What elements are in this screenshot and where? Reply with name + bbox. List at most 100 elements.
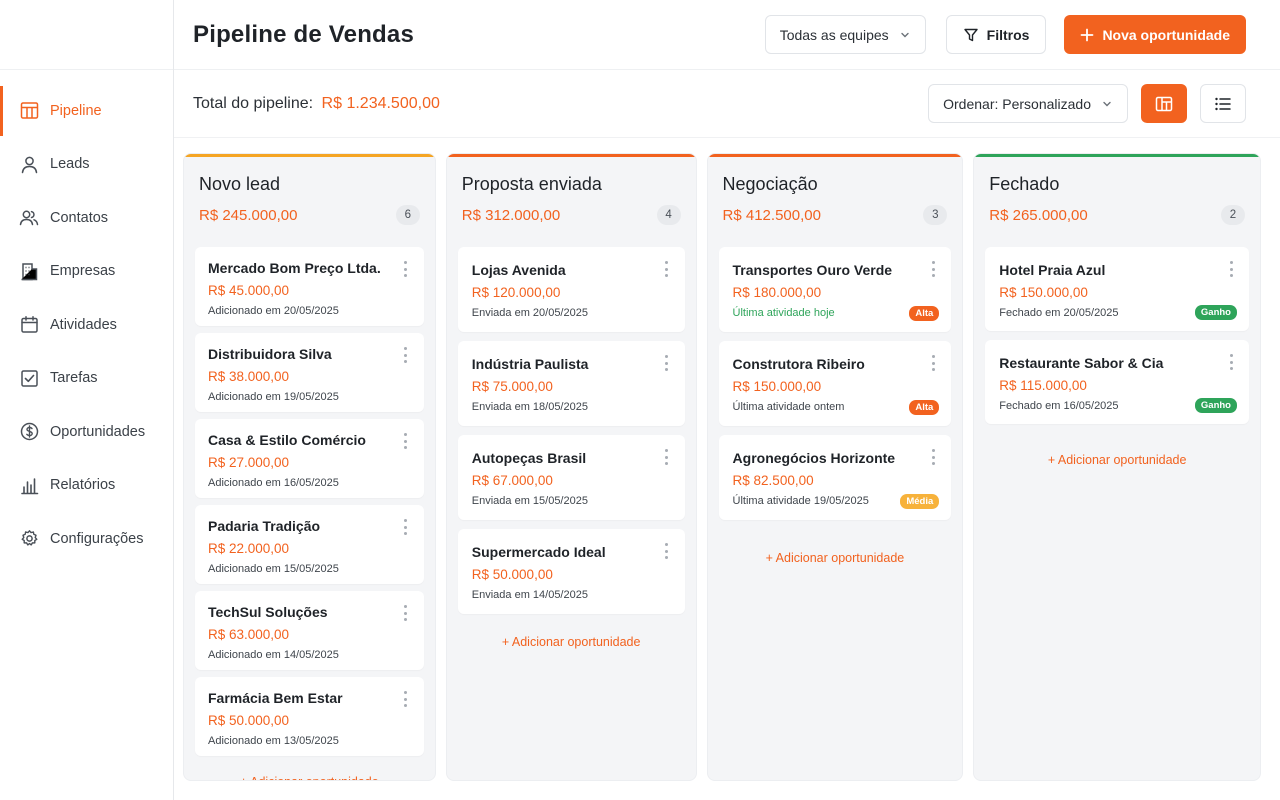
deal-name: Distribuidora Silva [208, 346, 332, 362]
more-vertical-icon[interactable] [401, 261, 411, 277]
deal-badge: Ganho [1194, 305, 1237, 320]
column-header: Novo lead R$ 245.000,00 6 [184, 154, 435, 225]
team-select[interactable]: Todas as equipes [764, 15, 926, 54]
more-vertical-icon[interactable] [1226, 261, 1236, 277]
sidebar-item-empresas[interactable]: Empresas [0, 245, 173, 299]
deal-name: Autopeças Brasil [471, 450, 587, 466]
card-list: Hotel Praia Azul R$ 150.000,00 Fechado em … [974, 247, 1260, 424]
sidebar-brand-area [0, 0, 173, 70]
deal-card[interactable]: Distribuidora Silva R$ 38.000,00 Adicionad… [195, 333, 424, 412]
more-vertical-icon[interactable] [401, 519, 411, 535]
chevron-down-icon [899, 29, 911, 41]
deal-name: Construtora Ribeiro [732, 356, 865, 372]
new-opportunity-button[interactable]: Nova oportunidade [1064, 15, 1246, 54]
deal-card[interactable]: TechSul Soluções R$ 63.000,00 Adicionado e… [195, 591, 424, 670]
plus-icon [1080, 28, 1094, 42]
pipeline-column: Negociação R$ 412.500,00 3 Transportes Ouro… [706, 153, 964, 781]
deal-status-text: Enviada em 18/05/2025 [471, 401, 588, 413]
more-vertical-icon[interactable] [662, 355, 672, 371]
add-opportunity-link[interactable]: + Adicionar oportunidade [184, 763, 435, 780]
deal-status-text: Enviada em 20/05/2025 [471, 307, 588, 319]
column-title: Novo lead [199, 174, 281, 194]
more-vertical-icon[interactable] [928, 355, 938, 371]
deal-card[interactable]: Construtora Ribeiro R$ 150.000,00 Última a… [718, 341, 952, 426]
sidebar-item-label: Configurações [50, 530, 144, 547]
column-title: Proposta enviada [461, 174, 602, 194]
column-title: Fechado [989, 174, 1060, 194]
deal-card[interactable]: Restaurante Sabor & Cia R$ 115.000,00 Fech… [985, 340, 1249, 424]
list-view-button[interactable] [1200, 84, 1246, 123]
column-amount: R$ 412.500,00 [722, 206, 821, 224]
more-vertical-icon[interactable] [662, 449, 672, 465]
new-opportunity-label: Nova oportunidade [1102, 26, 1230, 43]
sidebar-item-label: Leads [50, 156, 90, 173]
sidebar-item-pipeline[interactable]: Pipeline [0, 84, 173, 138]
deal-status-text: Adicionado em 15/05/2025 [208, 563, 339, 575]
more-vertical-icon[interactable] [401, 433, 411, 449]
gear-icon [19, 529, 39, 549]
deal-card[interactable]: Hotel Praia Azul R$ 150.000,00 Fechado em … [985, 247, 1249, 331]
column-header: Fechado R$ 265.000,00 2 [974, 154, 1260, 225]
deal-card[interactable]: Padaria Tradição R$ 22.000,00 Adicionado e… [195, 505, 424, 584]
sidebar-item-contatos[interactable]: Contatos [0, 191, 173, 245]
deal-name: TechSul Soluções [208, 604, 328, 620]
sidebar-item-configuracoes[interactable]: Configurações [0, 512, 173, 566]
deal-badge: Média [900, 494, 940, 509]
deal-name: Transportes Ouro Verde [732, 262, 893, 278]
filters-label: Filtros [986, 26, 1030, 43]
pipeline-total: Total do pipeline: R$ 1.234.500,00 [193, 95, 440, 113]
deal-value: R$ 27.000,00 [208, 455, 290, 470]
sidebar-item-relatorios[interactable]: Relatórios [0, 459, 173, 513]
deal-card[interactable]: Indústria Paulista R$ 75.000,00 Enviada em… [457, 341, 685, 426]
sidebar-item-atividades[interactable]: Atividades [0, 298, 173, 352]
deal-badge: Alta [909, 400, 940, 415]
deal-card[interactable]: Supermercado Ideal R$ 50.000,00 Enviada em… [457, 529, 685, 614]
sidebar-item-leads[interactable]: Leads [0, 138, 173, 192]
deal-value: R$ 82.500,00 [732, 473, 814, 488]
sidebar-item-oportunidades[interactable]: Oportunidades [0, 405, 173, 459]
add-opportunity-link[interactable]: + Adicionar oportunidade [708, 529, 963, 565]
add-opportunity-link[interactable]: + Adicionar oportunidade [974, 433, 1260, 467]
deal-card[interactable]: Mercado Bom Preço Ltda. R$ 45.000,00 Adici… [195, 247, 424, 326]
more-vertical-icon[interactable] [401, 691, 411, 707]
column-header: Proposta enviada R$ 312.000,00 4 [447, 154, 696, 225]
deal-status-text: Última atividade ontem [732, 401, 845, 413]
more-vertical-icon[interactable] [928, 449, 938, 465]
deal-value: R$ 22.000,00 [208, 541, 290, 556]
sidebar-item-tarefas[interactable]: Tarefas [0, 352, 173, 406]
kanban-view-button[interactable] [1141, 84, 1187, 123]
deal-name: Casa & Estilo Comércio [208, 432, 366, 448]
sidebar-nav: Pipeline Leads Contatos Empresas Atividades T… [0, 70, 173, 566]
deal-card[interactable]: Farmácia Bem Estar R$ 50.000,00 Adicionado… [195, 677, 424, 756]
more-vertical-icon[interactable] [662, 543, 672, 559]
sort-select[interactable]: Ordenar: Personalizado [928, 84, 1128, 123]
deal-value: R$ 67.000,00 [471, 473, 553, 488]
more-vertical-icon[interactable] [401, 347, 411, 363]
deal-card[interactable]: Casa & Estilo Comércio R$ 27.000,00 Adicio… [195, 419, 424, 498]
add-opportunity-link[interactable]: + Adicionar oportunidade [447, 623, 696, 649]
more-vertical-icon[interactable] [1226, 354, 1236, 370]
users-icon [19, 208, 39, 228]
card-list: Transportes Ouro Verde R$ 180.000,00 Últim… [708, 247, 963, 520]
deal-card[interactable]: Transportes Ouro Verde R$ 180.000,00 Últim… [718, 247, 952, 332]
more-vertical-icon[interactable] [401, 605, 411, 621]
deal-card[interactable]: Autopeças Brasil R$ 67.000,00 Enviada em 1… [457, 435, 685, 520]
column-count-badge: 6 [395, 205, 420, 225]
more-vertical-icon[interactable] [928, 261, 938, 277]
more-vertical-icon[interactable] [662, 261, 672, 277]
deal-name: Supermercado Ideal [471, 544, 606, 560]
filters-button[interactable]: Filtros [945, 15, 1047, 54]
pipeline-total-value: R$ 1.234.500,00 [321, 94, 440, 112]
deal-status-text: Adicionado em 13/05/2025 [208, 735, 339, 747]
deal-card[interactable]: Lojas Avenida R$ 120.000,00 Enviada em 20/… [457, 247, 685, 332]
pipeline-column: Novo lead R$ 245.000,00 6 Mercado Bom Preço… [183, 153, 436, 781]
column-amount: R$ 265.000,00 [989, 206, 1088, 224]
column-title: Negociação [722, 174, 818, 194]
column-accent-bar [446, 154, 696, 157]
deal-card[interactable]: Agronegócios Horizonte R$ 82.500,00 Última… [718, 435, 952, 520]
deal-value: R$ 50.000,00 [471, 567, 553, 582]
kanban-icon [1155, 96, 1173, 112]
sort-select-value: Ordenar: Personalizado [943, 95, 1091, 112]
bar-chart-icon [19, 475, 39, 495]
column-meta: R$ 245.000,00 6 [199, 205, 420, 225]
